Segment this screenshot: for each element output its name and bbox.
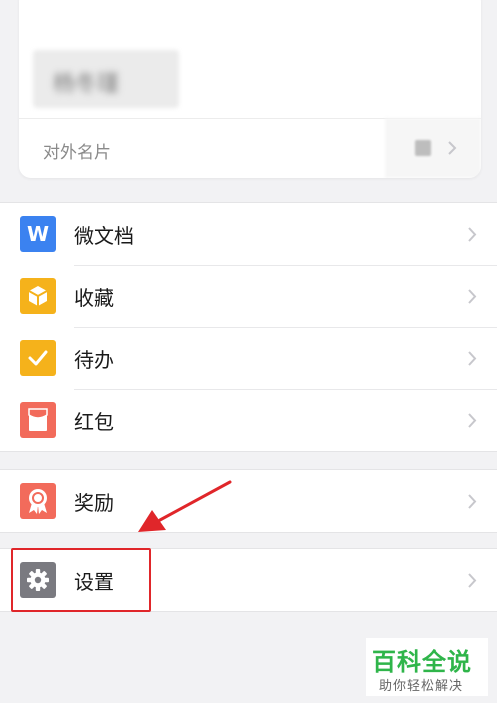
business-card-label[interactable]: 对外名片 — [43, 138, 111, 163]
w-doc-icon: W — [20, 216, 56, 252]
menu-group-rewards: 奖励 — [0, 469, 497, 533]
watermark-title: 百科全说 — [372, 648, 472, 676]
menu-group-tools: W 微文档 收藏 待办 红包 — [0, 202, 497, 452]
watermark-logo: 百科全说 助你轻松解决 — [366, 638, 488, 696]
checkmark-icon — [20, 340, 56, 376]
chevron-right-icon — [468, 351, 477, 366]
chevron-right-icon — [468, 494, 477, 509]
menu-item-favorites[interactable]: 收藏 — [0, 265, 497, 327]
settings-highlight-box — [11, 548, 151, 612]
menu-item-red-envelope[interactable]: 红包 — [0, 389, 497, 451]
menu-item-rewards[interactable]: 奖励 — [0, 470, 497, 532]
red-envelope-icon — [20, 402, 56, 438]
menu-item-label: 奖励 — [74, 490, 114, 515]
menu-item-label: 微文档 — [74, 223, 134, 248]
menu-item-label: 红包 — [74, 409, 114, 434]
chevron-right-icon — [468, 413, 477, 428]
menu-item-label: 收藏 — [74, 285, 114, 310]
chevron-right-icon[interactable] — [447, 140, 457, 156]
chevron-right-icon — [468, 573, 477, 588]
blurred-user-name: 杨冬瑾 — [33, 50, 179, 108]
menu-item-docs[interactable]: W 微文档 — [0, 203, 497, 265]
chevron-right-icon — [468, 289, 477, 304]
card-footer-blur — [385, 118, 481, 178]
profile-card: 杨冬瑾 对外名片 — [19, 0, 481, 178]
qr-code-icon[interactable] — [415, 140, 431, 156]
user-name-text: 杨冬瑾 — [53, 72, 120, 97]
menu-item-todo[interactable]: 待办 — [0, 327, 497, 389]
award-ribbon-icon — [20, 483, 56, 519]
chevron-right-icon — [468, 227, 477, 242]
cube-icon — [20, 278, 56, 314]
watermark-subtitle: 助你轻松解决 — [379, 679, 464, 694]
menu-item-label: 待办 — [74, 347, 114, 372]
